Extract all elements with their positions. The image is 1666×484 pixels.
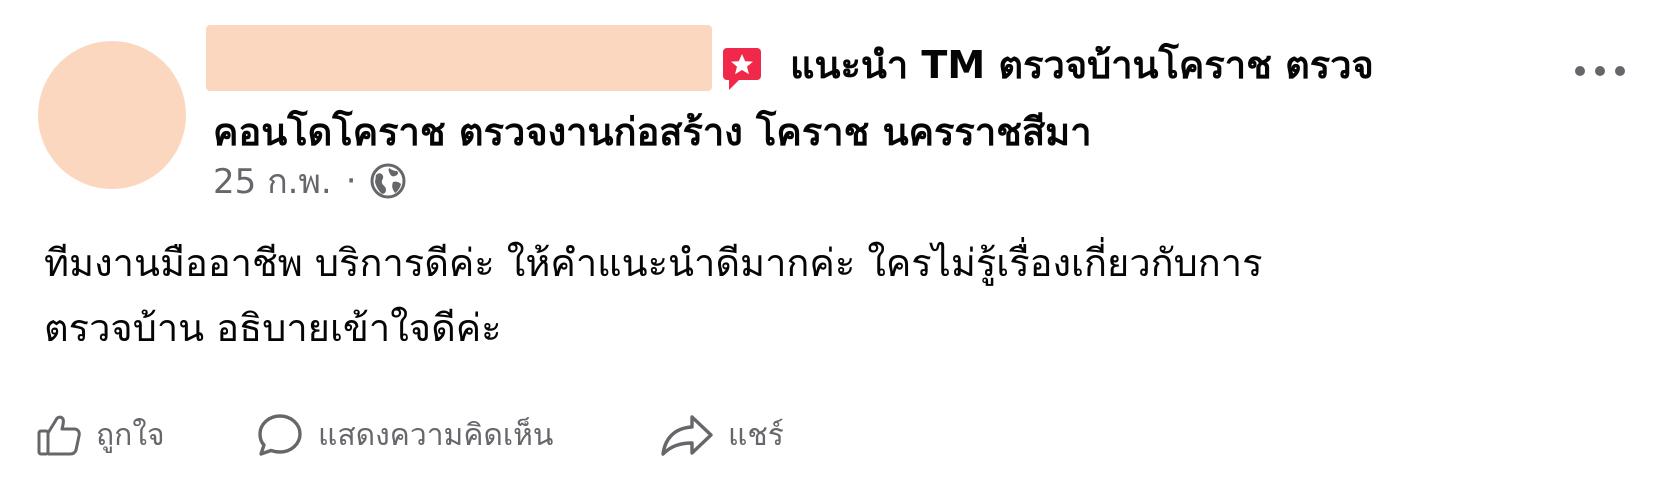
post-body-text-continued: ตรวจบ้าน อธิบายเข้าใจดีค่ะ (44, 306, 502, 350)
author-name-redacted[interactable] (206, 25, 712, 91)
post-date[interactable]: 25 ก.พ. (213, 154, 332, 208)
post-meta: 25 ก.พ. · (213, 158, 407, 204)
share-button[interactable]: แชร์ (660, 410, 784, 460)
more-options-dot (1615, 66, 1625, 76)
recommend-flag-icon (723, 48, 761, 90)
like-button[interactable]: ถูกใจ (36, 410, 165, 460)
more-options-dot (1595, 66, 1605, 76)
share-arrow-icon (661, 415, 713, 456)
comment-label: แสดงความคิดเห็น (318, 417, 554, 453)
thumbs-up-icon (37, 415, 81, 456)
more-options-dot (1575, 66, 1585, 76)
comment-bubble-icon (258, 414, 302, 456)
avatar[interactable] (38, 41, 186, 189)
like-label: ถูกใจ (96, 417, 165, 453)
post-header-text-continued: คอนโดโคราช ตรวจงานก่อสร้าง โคราช นครราชส… (213, 110, 1092, 154)
share-label: แชร์ (728, 417, 784, 453)
comment-button[interactable]: แสดงความคิดเห็น (256, 410, 553, 460)
post-body-text: ทีมงานมืออาชีพ บริการดีค่ะ ให้คำแนะนำดีม… (44, 241, 1263, 285)
globe-icon[interactable] (369, 162, 407, 200)
meta-separator: · (345, 161, 357, 201)
more-options-button[interactable] (1575, 56, 1625, 86)
post-header-text: แนะนำ TM ตรวจบ้านโคราช ตรวจ (790, 43, 1374, 87)
